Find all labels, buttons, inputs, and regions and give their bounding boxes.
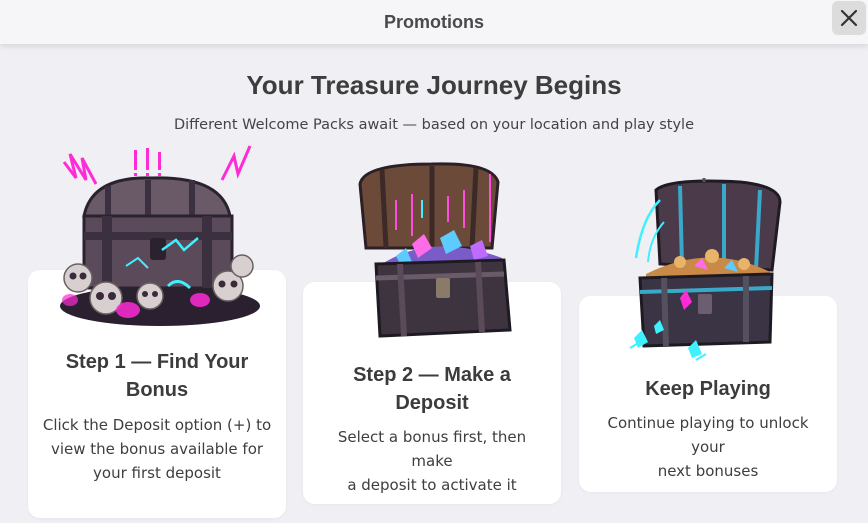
- step-3-title: Keep Playing: [589, 375, 827, 403]
- open-treasure-chest-gems-icon: [358, 162, 512, 338]
- step-1-text-line-2: view the bonus available for: [50, 440, 264, 458]
- hero-title: Your Treasure Journey Begins: [246, 70, 622, 100]
- modal-header: Promotions: [0, 0, 868, 44]
- step-1-title-line-1: Step 1 — Find Your: [65, 351, 249, 373]
- step-3-title-line-1: Keep Playing: [645, 378, 771, 400]
- step-1-title: Step 1 — Find Your Bonus: [38, 348, 276, 404]
- page-title: Promotions: [383, 11, 484, 32]
- hero-subtitle: Different Welcome Packs await — based on…: [173, 117, 695, 133]
- step-1-title-line-2: Bonus: [125, 379, 189, 401]
- close-icon: [840, 9, 858, 27]
- close-button[interactable]: [832, 1, 866, 35]
- step-2-title-line-1: Step 2 — Make a: [353, 364, 511, 386]
- step-2-title-line-2: Deposit: [395, 392, 469, 414]
- step-2-description: Select a bonus first, then make a deposi…: [317, 425, 547, 497]
- step-2-text-line-1: Select a bonus first, then make: [337, 428, 527, 470]
- step-3-text-line-2: next bonuses: [657, 462, 759, 480]
- step-1-text-line-1: Click the Deposit option (+) to: [42, 416, 272, 434]
- step-1-description: Click the Deposit option (+) to view the…: [42, 413, 272, 485]
- step-3-text-line-1: Continue playing to unlock your: [607, 414, 809, 456]
- open-treasure-chest-coins-icon: [629, 178, 782, 361]
- step-2-text-line-2: a deposit to activate it: [347, 476, 517, 494]
- step-1-text-line-3: your first deposit: [93, 464, 221, 482]
- step-3-description: Continue playing to unlock your next bon…: [593, 411, 823, 483]
- step-2-title: Step 2 — Make a Deposit: [313, 361, 551, 417]
- treasure-chest-skulls-icon: [60, 145, 260, 326]
